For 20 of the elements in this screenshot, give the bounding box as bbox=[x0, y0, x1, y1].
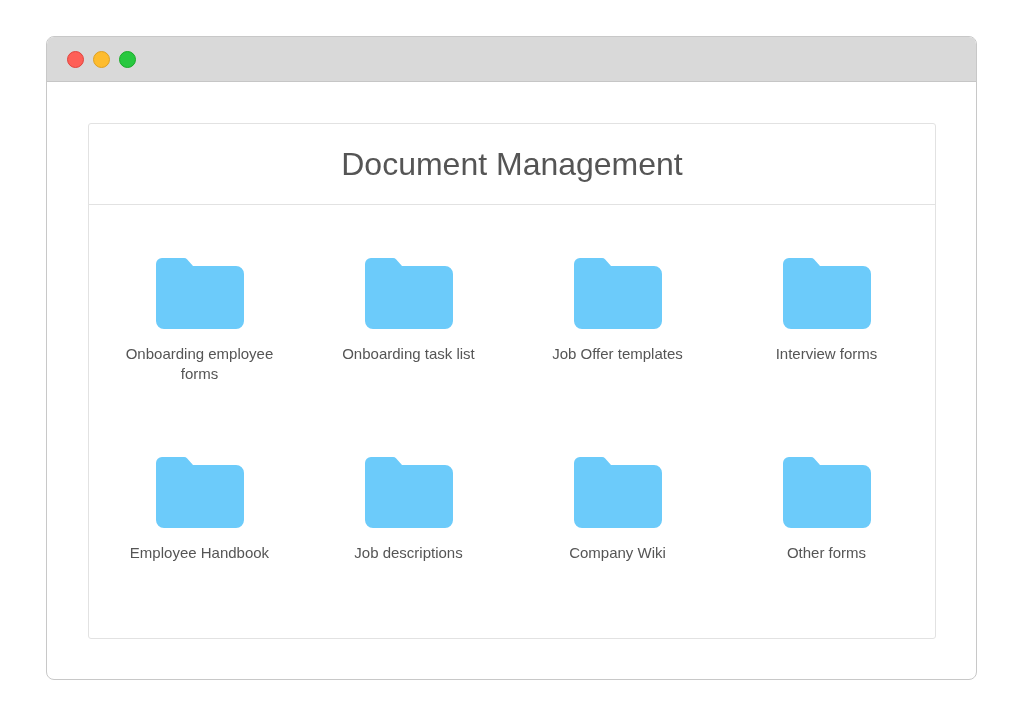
folder-icon[interactable] bbox=[364, 457, 453, 528]
folder-icon[interactable] bbox=[364, 258, 453, 329]
folder-label[interactable]: Job descriptions bbox=[323, 543, 494, 563]
folder-icon[interactable] bbox=[155, 457, 244, 528]
folder-label[interactable]: Other forms bbox=[741, 543, 912, 563]
folder-label[interactable]: Onboarding task list bbox=[323, 344, 494, 364]
folder-icon[interactable] bbox=[573, 457, 662, 528]
folder-icon[interactable] bbox=[782, 258, 871, 329]
maximize-button[interactable] bbox=[119, 50, 136, 68]
folder-label[interactable]: Onboarding employee forms bbox=[114, 344, 285, 384]
folder-icon[interactable] bbox=[782, 457, 871, 528]
minimize-button[interactable] bbox=[93, 50, 110, 68]
folder-icon[interactable] bbox=[155, 258, 244, 329]
folder-label[interactable]: Interview forms bbox=[741, 344, 912, 364]
page-title: Document Management bbox=[341, 145, 683, 183]
folder-label[interactable]: Job Offer templates bbox=[532, 344, 703, 364]
folder-label[interactable]: Employee Handbook bbox=[114, 543, 285, 563]
folder-label[interactable]: Company Wiki bbox=[532, 543, 703, 563]
close-button[interactable] bbox=[67, 50, 84, 68]
folder-icon[interactable] bbox=[573, 258, 662, 329]
